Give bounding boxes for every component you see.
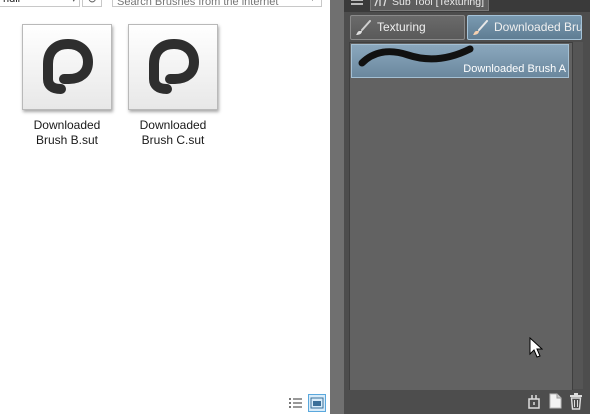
file-thumbnail[interactable] [22, 24, 112, 110]
file-name-line: Downloaded [139, 118, 207, 132]
search-icon[interactable]: ⌕ [312, 0, 318, 5]
file-name-line: Brush B.sut [35, 133, 99, 147]
details-view-icon[interactable] [287, 394, 305, 412]
clip-studio-logo-icon [149, 39, 199, 94]
file-name-line: Brush C.sut [141, 133, 205, 147]
view-mode-toggle [286, 393, 330, 414]
refresh-icon: ↻ [87, 0, 97, 6]
thumbnail-view-icon[interactable] [308, 394, 326, 412]
file-item[interactable]: Downloaded Brush B.sut [17, 24, 117, 148]
sub-tool-icon [374, 0, 387, 7]
brush-icon [356, 20, 371, 35]
search-box: ⌕ [112, 0, 322, 9]
panel-title-label: Sub Tool [Texturing] [392, 0, 485, 8]
panel-tab-bar: Sub Tool [Texturing] [344, 0, 590, 12]
panel-title-tab[interactable]: Sub Tool [Texturing] [370, 0, 490, 11]
file-explorer: ndli ▾ ↻ ⌕ Downloaded Brush B.sut Downlo… [0, 0, 330, 414]
file-name: Downloaded Brush C.sut [123, 118, 223, 148]
sub-tool-settings-icon[interactable] [526, 392, 542, 410]
tab-downloaded-brushes[interactable]: Downloaded Brus [467, 15, 582, 40]
brush-name: Downloaded Brush A [463, 63, 566, 75]
view-dropdown-value: ndli [3, 0, 20, 5]
refresh-button[interactable]: ↻ [82, 0, 102, 7]
panel-action-bar [349, 390, 585, 414]
sub-tool-panel: Sub Tool [Texturing] Texturing Downloade… [344, 0, 590, 414]
search-input[interactable] [113, 0, 301, 9]
panel-menu-icon[interactable] [350, 0, 364, 8]
tab-label: Texturing [377, 20, 426, 34]
brush-stroke-preview [358, 45, 474, 67]
brush-icon [473, 20, 488, 35]
chevron-down-icon: ▾ [71, 0, 76, 6]
list-item[interactable]: Downloaded Brush A [351, 44, 569, 78]
pane-divider[interactable] [330, 0, 344, 414]
file-item[interactable]: Downloaded Brush C.sut [123, 24, 223, 148]
file-thumbnail[interactable] [128, 24, 218, 110]
clip-studio-logo-icon [43, 39, 93, 94]
delete-icon[interactable] [568, 392, 584, 410]
mouse-cursor-icon [529, 337, 543, 358]
new-sub-tool-icon[interactable] [547, 392, 563, 410]
tab-texturing[interactable]: Texturing [350, 15, 465, 40]
file-name-line: Downloaded [33, 118, 101, 132]
tab-label: Downloaded Brus [494, 20, 582, 34]
scrollbar[interactable] [572, 42, 583, 389]
file-name: Downloaded Brush B.sut [17, 118, 117, 148]
view-dropdown[interactable]: ndli ▾ [0, 0, 80, 7]
